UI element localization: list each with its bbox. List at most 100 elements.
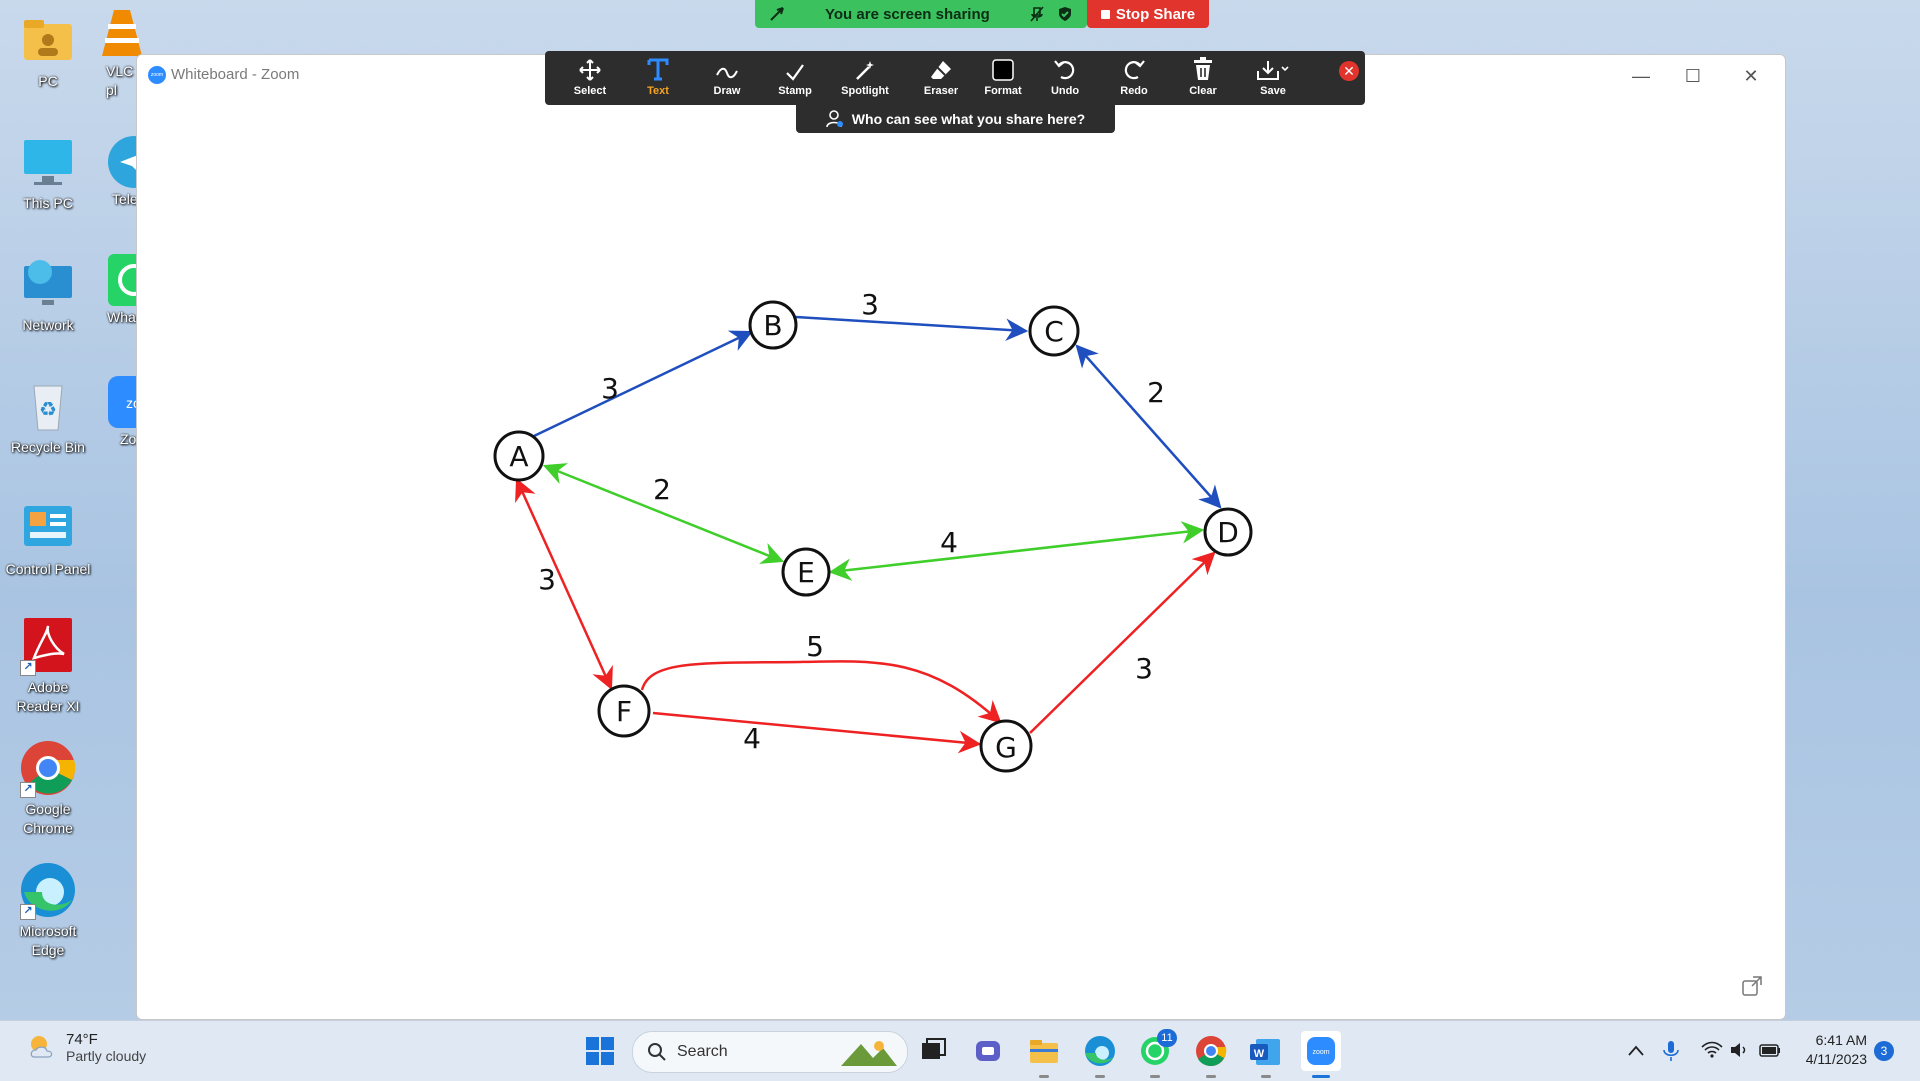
partly-cloudy-icon xyxy=(30,1036,53,1058)
check-icon xyxy=(786,64,804,81)
clock-time: 6:41 AM xyxy=(1815,1032,1867,1048)
node-b: B xyxy=(748,300,798,350)
zoom-app-icon: zoom xyxy=(1307,1037,1335,1065)
move-icon xyxy=(579,59,601,81)
tool-label: Format xyxy=(984,85,1022,97)
node-f-label: F xyxy=(616,695,632,728)
node-f: F xyxy=(597,684,651,738)
whatsapp-badge: 11 xyxy=(1157,1029,1177,1047)
notification-badge[interactable]: 3 xyxy=(1874,1041,1894,1061)
running-indicator xyxy=(1039,1075,1049,1078)
windows-icon xyxy=(586,1037,614,1065)
volume-icon[interactable] xyxy=(1729,1040,1751,1060)
edge-g-d xyxy=(1029,551,1216,734)
taskbar-edge[interactable] xyxy=(1080,1031,1120,1078)
running-indicator xyxy=(1261,1075,1271,1078)
edge-e-d xyxy=(828,521,1205,581)
running-indicator xyxy=(1206,1075,1216,1078)
start-button[interactable] xyxy=(580,1031,620,1071)
edge-f-g-curve xyxy=(640,660,1002,724)
close-toolbar-icon[interactable]: ✕ xyxy=(1339,61,1359,81)
tool-label: Text xyxy=(647,85,669,97)
node-a: A xyxy=(493,430,545,482)
folder-icon xyxy=(1030,1040,1058,1063)
taskbar: 74°F Partly cloudy Search 11 W zoom 6:41… xyxy=(0,1020,1920,1081)
tool-label: Undo xyxy=(1050,85,1080,97)
taskbar-word[interactable]: W xyxy=(1246,1031,1286,1078)
clock-date: 4/11/2023 xyxy=(1805,1051,1867,1067)
wifi-icon[interactable] xyxy=(1701,1040,1723,1060)
microphone-icon[interactable] xyxy=(1661,1039,1681,1063)
node-g: G xyxy=(979,719,1033,773)
edge-a-b xyxy=(533,330,754,438)
edge-b-c xyxy=(795,315,1029,341)
tool-label: Save xyxy=(1260,85,1286,97)
redo-icon xyxy=(1124,60,1145,80)
weight-g-d: 3 xyxy=(1135,652,1153,685)
eraser-icon xyxy=(931,61,951,79)
format-icon xyxy=(992,59,1014,81)
tool-save[interactable]: Save xyxy=(1242,51,1304,105)
task-view-button[interactable] xyxy=(913,1031,953,1071)
svg-text:W: W xyxy=(1254,1048,1265,1060)
running-indicator xyxy=(1312,1075,1330,1078)
word-icon: W xyxy=(1250,1039,1280,1065)
whiteboard-canvas[interactable]: 3 3 2 2 4 3 5 4 3 A B C D E F G xyxy=(0,0,1920,1080)
chrome-icon xyxy=(1196,1036,1227,1067)
weight-f-g-curve: 5 xyxy=(806,630,824,663)
taskbar-teams[interactable] xyxy=(968,1031,1008,1071)
person-icon xyxy=(825,110,843,128)
task-view-icon xyxy=(922,1038,946,1059)
tool-undo[interactable]: Undo xyxy=(1034,51,1096,105)
tool-text[interactable]: Text xyxy=(627,51,689,105)
node-g-label: G xyxy=(995,731,1017,764)
tool-stamp[interactable]: Stamp xyxy=(764,51,826,105)
node-e: E xyxy=(781,547,831,597)
tool-format[interactable]: Format xyxy=(972,51,1034,105)
tool-draw[interactable]: Draw xyxy=(696,51,758,105)
node-d-label: D xyxy=(1217,516,1239,549)
text-icon xyxy=(647,58,669,81)
weight-a-b: 3 xyxy=(601,372,619,405)
node-d: D xyxy=(1203,507,1253,557)
draw-icon xyxy=(716,67,738,79)
whiteboard-toolbar: Select Text Draw Stamp Spotlight Eraser … xyxy=(545,51,1365,105)
chevron-up-icon[interactable] xyxy=(1626,1041,1646,1061)
tool-spotlight[interactable]: Spotlight xyxy=(834,51,896,105)
edge-icon xyxy=(1085,1036,1115,1066)
node-b-label: B xyxy=(763,309,782,342)
battery-icon[interactable] xyxy=(1758,1040,1782,1060)
save-icon xyxy=(1257,61,1289,80)
zoom-logo-text: zoom xyxy=(1312,1049,1329,1056)
weather-desc: Partly cloudy xyxy=(66,1048,147,1064)
tool-label: Redo xyxy=(1120,85,1148,97)
running-indicator xyxy=(1150,1075,1160,1078)
tool-label: Clear xyxy=(1189,85,1217,97)
tool-label: Select xyxy=(573,85,607,97)
search-icon xyxy=(648,1043,666,1061)
weather-temp: 74°F xyxy=(66,1031,98,1048)
teams-icon xyxy=(976,1041,1000,1061)
taskbar-file-explorer[interactable] xyxy=(1024,1031,1064,1078)
node-c-label: C xyxy=(1044,315,1064,348)
node-a-label: A xyxy=(509,440,528,473)
taskbar-whatsapp[interactable]: 11 xyxy=(1135,1029,1177,1078)
taskbar-search[interactable]: Search xyxy=(632,1031,908,1073)
system-clock[interactable]: 6:41 AM 4/11/2023 xyxy=(1795,1031,1867,1069)
edge-c-d xyxy=(1075,344,1222,509)
tool-clear[interactable]: Clear xyxy=(1172,51,1234,105)
edge-f-g xyxy=(652,711,982,754)
wand-icon xyxy=(856,61,874,80)
tool-label: Eraser xyxy=(923,85,959,97)
trash-icon xyxy=(1194,57,1212,80)
who-can-see-tab[interactable]: Who can see what you share here? xyxy=(796,105,1115,133)
weather-widget[interactable]: 74°F Partly cloudy xyxy=(26,1031,146,1064)
taskbar-chrome[interactable] xyxy=(1191,1031,1231,1078)
edge-a-f xyxy=(515,477,613,691)
tool-label: Stamp xyxy=(778,85,812,97)
tool-redo[interactable]: Redo xyxy=(1103,51,1165,105)
who-can-see-label: Who can see what you share here? xyxy=(851,111,1086,127)
taskbar-zoom[interactable]: zoom xyxy=(1301,1031,1341,1078)
tool-eraser[interactable]: Eraser xyxy=(910,51,972,105)
tool-select[interactable]: Select xyxy=(559,51,621,105)
